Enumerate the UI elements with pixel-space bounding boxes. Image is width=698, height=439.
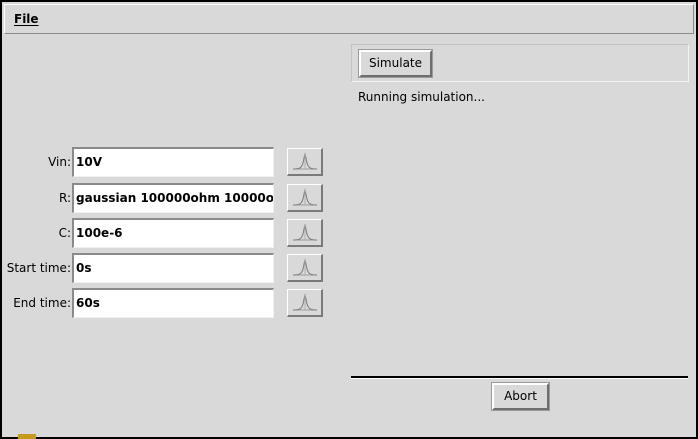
simulation-status: Running simulation... [358, 90, 485, 104]
distribution-button-vin[interactable] [287, 148, 323, 176]
distribution-button-start-time[interactable] [287, 254, 323, 282]
menu-bar: File [4, 4, 694, 34]
parameters-panel: Vin: 10V R: gaussian 100000ohm 10000ohm … [5, 38, 343, 433]
distribution-button-r[interactable] [287, 184, 323, 212]
gaussian-curve-icon [292, 188, 318, 206]
menu-file[interactable]: File [14, 12, 39, 26]
window-corner-marker [18, 434, 36, 439]
distribution-button-c[interactable] [287, 219, 323, 247]
gaussian-curve-icon [292, 293, 318, 311]
param-label-r: R: [58, 191, 71, 205]
param-input-c[interactable]: 100e-6 [72, 218, 274, 248]
param-input-r[interactable]: gaussian 100000ohm 10000ohm [72, 183, 274, 213]
divider [351, 376, 688, 379]
gaussian-curve-icon [292, 258, 318, 276]
gaussian-curve-icon [292, 152, 318, 170]
param-input-end-time[interactable]: 60s [72, 288, 274, 318]
param-label-start-time: Start time: [6, 261, 71, 275]
distribution-button-end-time[interactable] [287, 289, 323, 317]
param-label-end-time: End time: [13, 296, 71, 310]
param-input-start-time[interactable]: 0s [72, 253, 274, 283]
param-input-vin[interactable]: 10V [72, 147, 274, 177]
abort-button[interactable]: Abort [491, 382, 550, 411]
gaussian-curve-icon [292, 223, 318, 241]
param-label-vin: Vin: [48, 155, 71, 169]
app-window: File Vin: 10V R: gaussian 100000ohm 1000… [0, 0, 698, 439]
simulate-button[interactable]: Simulate [358, 49, 433, 78]
param-label-c: C: [58, 226, 71, 240]
